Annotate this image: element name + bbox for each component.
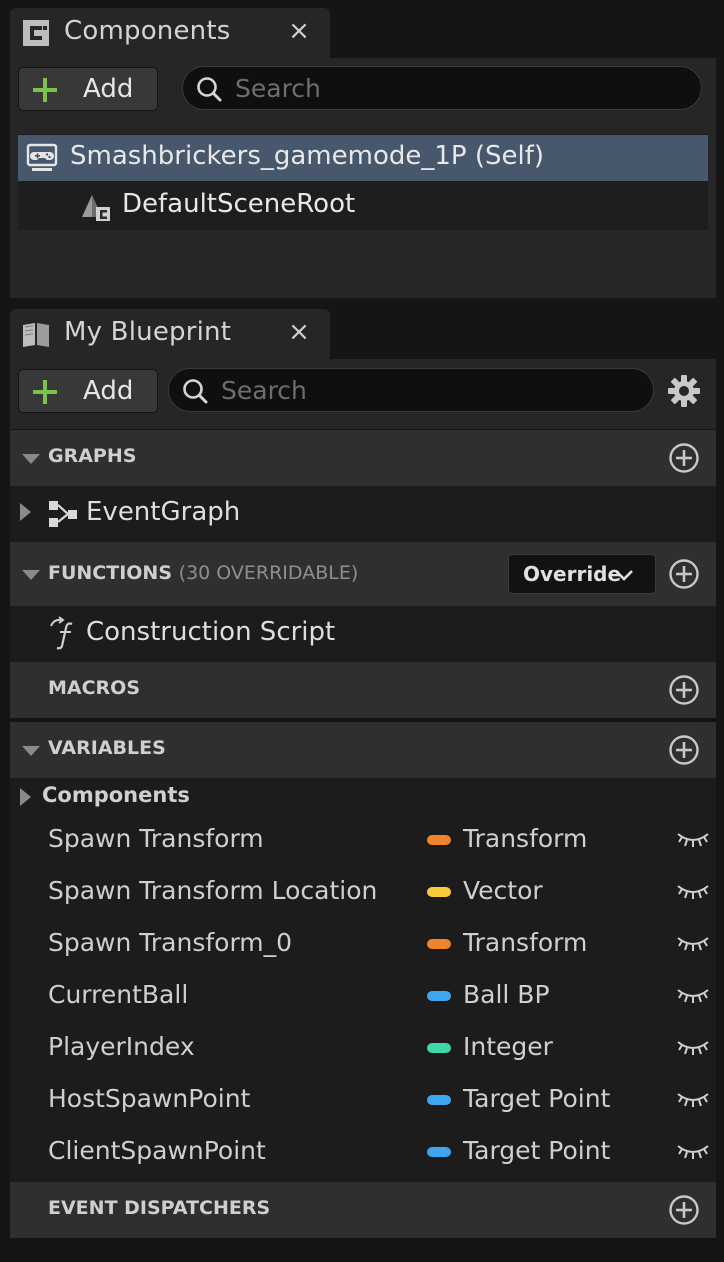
construction-script-label: Construction Script [86, 617, 336, 647]
my-blueprint-tab-title: My Blueprint [64, 317, 232, 347]
variable-type[interactable]: Ball BP [463, 980, 550, 1009]
event-dispatchers-section-header[interactable]: EVENT DISPATCHERS [10, 1182, 716, 1238]
blueprint-add-button[interactable]: Add [18, 369, 158, 413]
functions-section-header[interactable]: FUNCTIONS (30 OVERRIDABLE) Override [10, 542, 716, 606]
components-add-button[interactable]: Add [18, 67, 158, 111]
functions-overridable-count: (30 OVERRIDABLE) [178, 562, 359, 584]
my-blueprint-toolbar: Add [10, 359, 716, 429]
closed-eye-icon[interactable] [676, 1036, 710, 1058]
variable-type[interactable]: Vector [463, 876, 543, 905]
event-graph-icon [49, 501, 77, 527]
gamepad-icon [26, 143, 58, 171]
closed-eye-icon[interactable] [676, 880, 710, 902]
function-icon [50, 616, 73, 650]
components-group-label: Components [42, 783, 190, 807]
add-graph-icon[interactable] [668, 442, 700, 474]
variable-type-pill[interactable] [427, 939, 451, 949]
closed-eye-icon[interactable] [676, 932, 710, 954]
variable-name: PlayerIndex [48, 1032, 195, 1061]
gear-icon[interactable] [666, 373, 702, 409]
variable-name: Spawn Transform_0 [48, 928, 293, 957]
plus-icon [33, 78, 57, 102]
variable-type[interactable]: Integer [463, 1032, 553, 1061]
variable-name: CurrentBall [48, 980, 189, 1009]
variable-name: HostSpawnPoint [48, 1084, 251, 1113]
construction-script-row[interactable]: Construction Script [10, 606, 716, 662]
closed-eye-icon[interactable] [676, 828, 710, 850]
graphs-section-title: GRAPHS [48, 445, 137, 467]
variable-row[interactable]: HostSpawnPoint Target Point [10, 1074, 716, 1126]
collapse-caret-icon [22, 570, 40, 580]
add-variable-icon[interactable] [668, 734, 700, 766]
components-tab[interactable]: Components × [10, 8, 330, 58]
variable-row[interactable]: PlayerIndex Integer [10, 1022, 716, 1074]
functions-title-text: FUNCTIONS [48, 562, 173, 584]
tree-item-default-scene-root[interactable]: DefaultSceneRoot [18, 183, 708, 229]
variables-section-header[interactable]: VARIABLES [10, 722, 716, 778]
variable-type-pill[interactable] [427, 1043, 451, 1053]
event-graph-row[interactable]: EventGraph [10, 486, 716, 542]
variable-type-pill[interactable] [427, 887, 451, 897]
tree-item-self-label: Smashbrickers_gamemode_1P (Self) [70, 141, 545, 171]
components-add-label: Add [83, 74, 134, 104]
variable-type-pill[interactable] [427, 835, 451, 845]
my-blueprint-tab[interactable]: My Blueprint × [10, 309, 330, 359]
variable-type-pill[interactable] [427, 1095, 451, 1105]
tree-item-self[interactable]: Smashbrickers_gamemode_1P (Self) [18, 135, 708, 181]
variable-name: Spawn Transform Location [48, 876, 378, 905]
add-macro-icon[interactable] [668, 674, 700, 706]
variable-row[interactable]: Spawn Transform Transform [10, 814, 716, 866]
blueprint-search-box[interactable] [168, 368, 654, 412]
book-icon [23, 323, 49, 347]
macros-section-title: MACROS [48, 677, 141, 699]
variable-name: ClientSpawnPoint [48, 1136, 266, 1165]
graphs-section-header[interactable]: GRAPHS [10, 430, 716, 486]
variables-section-title: VARIABLES [48, 737, 166, 759]
my-blueprint-close-icon[interactable]: × [284, 315, 314, 349]
variable-type[interactable]: Target Point [463, 1136, 610, 1165]
scene-root-icon [82, 195, 110, 221]
blueprint-search-input[interactable] [221, 373, 637, 407]
components-search-box[interactable] [182, 66, 702, 110]
tree-item-default-scene-root-label: DefaultSceneRoot [122, 189, 356, 219]
variable-type[interactable]: Target Point [463, 1084, 610, 1113]
functions-section-title: FUNCTIONS (30 OVERRIDABLE) [48, 562, 358, 584]
override-dropdown[interactable]: Override [508, 554, 656, 594]
add-function-icon[interactable] [668, 558, 700, 590]
variable-row[interactable]: CurrentBall Ball BP [10, 970, 716, 1022]
add-event-dispatcher-icon[interactable] [668, 1194, 700, 1226]
variable-row[interactable]: Spawn Transform Location Vector [10, 866, 716, 918]
plus-icon [33, 380, 57, 404]
closed-eye-icon[interactable] [676, 984, 710, 1006]
variable-type-pill[interactable] [427, 1147, 451, 1157]
closed-eye-icon[interactable] [676, 1088, 710, 1110]
variable-type[interactable]: Transform [463, 824, 587, 853]
variable-row[interactable]: ClientSpawnPoint Target Point [10, 1126, 716, 1178]
macros-section-header[interactable]: MACROS [10, 662, 716, 718]
components-close-icon[interactable]: × [284, 14, 314, 48]
event-graph-label: EventGraph [86, 497, 241, 527]
closed-eye-icon[interactable] [676, 1140, 710, 1162]
collapse-caret-icon [22, 746, 40, 756]
override-label: Override [523, 562, 622, 586]
blueprint-add-label: Add [83, 376, 134, 406]
components-search-input[interactable] [235, 71, 685, 105]
components-tab-title: Components [64, 16, 231, 46]
expand-caret-icon [20, 503, 31, 521]
variables-components-group[interactable]: Components [10, 778, 716, 816]
search-icon [197, 77, 222, 102]
event-dispatchers-section-title: EVENT DISPATCHERS [48, 1197, 271, 1219]
components-icon [23, 20, 49, 46]
chevron-down-icon [615, 570, 633, 581]
search-icon [183, 379, 208, 404]
collapse-caret-icon [22, 454, 40, 464]
expand-caret-icon [20, 788, 31, 806]
variable-row[interactable]: Spawn Transform_0 Transform [10, 918, 716, 970]
variable-type-pill[interactable] [427, 991, 451, 1001]
variable-type[interactable]: Transform [463, 928, 587, 957]
variable-name: Spawn Transform [48, 824, 264, 853]
